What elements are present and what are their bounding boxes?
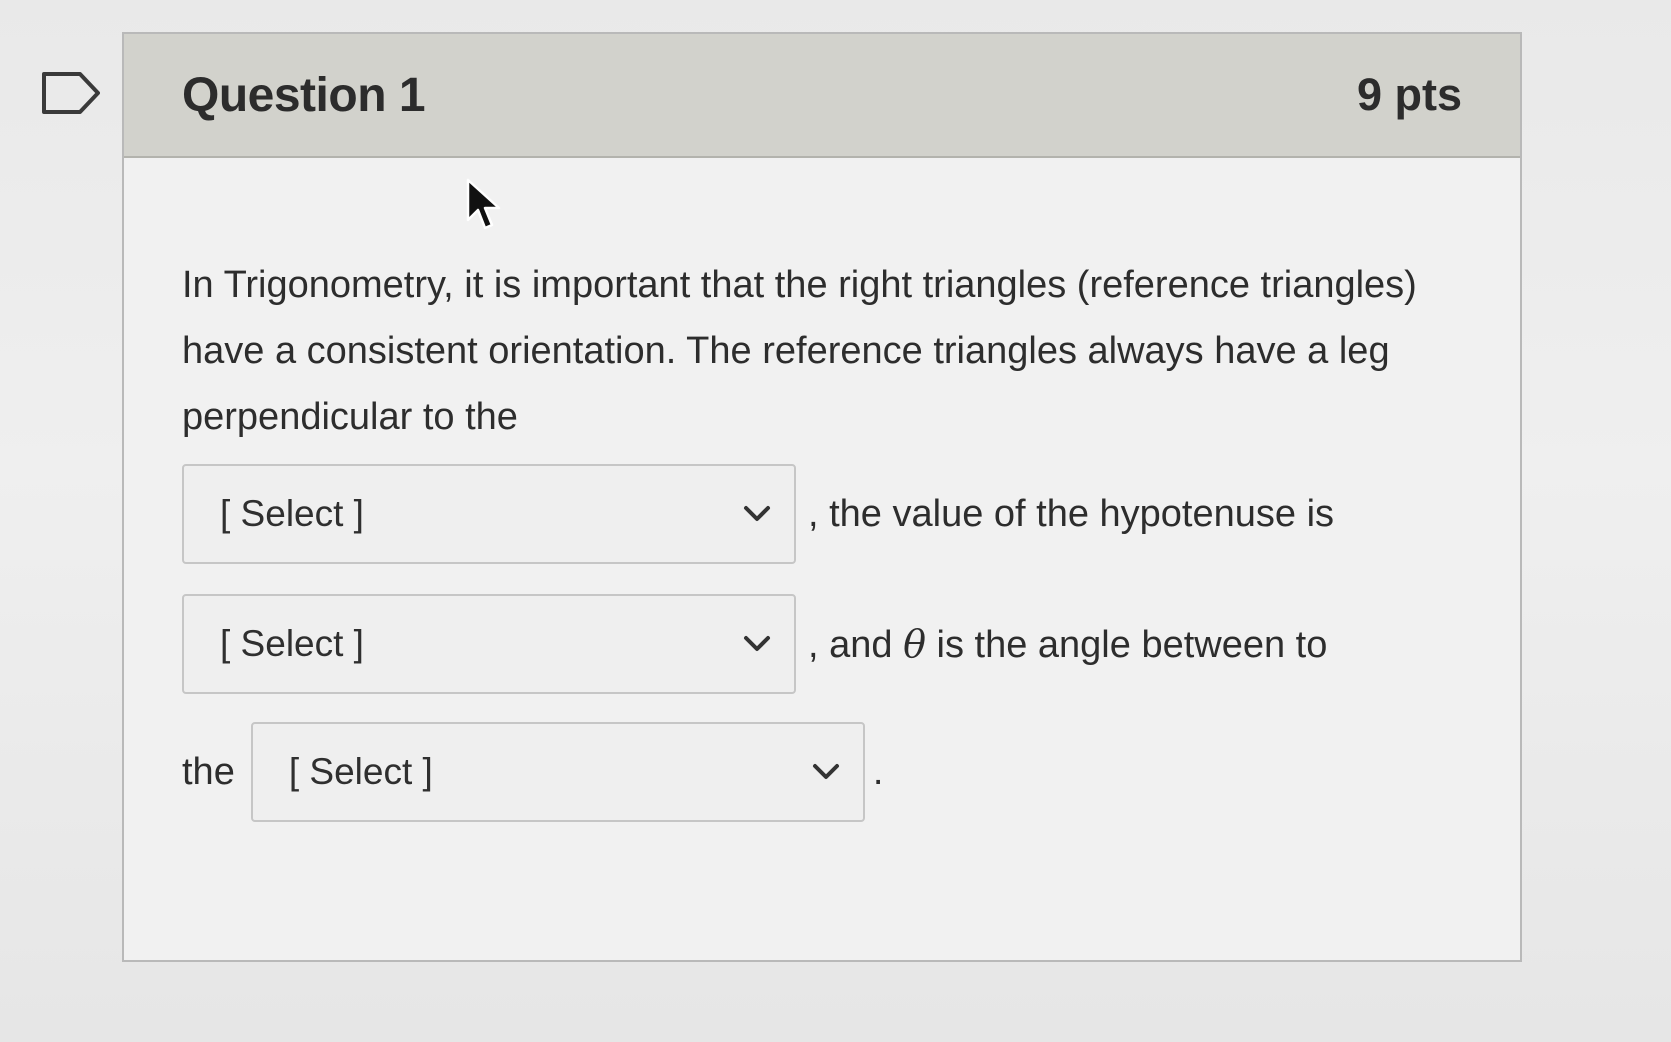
answer-line-2-text: , and θ is the angle between to (808, 611, 1327, 678)
answer-select-1-value: [ Select ] (220, 493, 364, 534)
answer-select-1[interactable]: [ Select ] (182, 464, 796, 564)
mouse-cursor-icon (466, 178, 501, 230)
question-card: Question 1 9 pts In Trigonometry, it is … (122, 32, 1522, 962)
question-body: In Trigonometry, it is important that th… (124, 158, 1520, 822)
answer-select-3-value: [ Select ] (288, 751, 433, 792)
final-period: . (872, 751, 884, 793)
question-title: Question 1 (182, 68, 426, 122)
chevron-down-icon (744, 506, 770, 521)
answer-line-2: [ Select ] , and θ is the angle between … (182, 594, 1460, 694)
quiz-page: Question 1 9 pts In Trigonometry, it is … (0, 0, 1671, 1042)
question-header: Question 1 9 pts (124, 34, 1520, 158)
answer-line-1: [ Select ] , the value of the hypotenuse… (182, 464, 1460, 564)
answer-line-3: the [ Select ] . (182, 722, 1460, 822)
answer-select-2[interactable]: [ Select ] (182, 594, 796, 694)
answer-line-3-prefix: the (182, 751, 235, 793)
answer-line-2-text-part1: , and (808, 623, 904, 666)
theta-symbol: θ (903, 621, 926, 666)
flag-icon[interactable] (42, 72, 100, 114)
answer-select-3[interactable]: [ Select ] (250, 722, 865, 822)
answer-select-2-value: [ Select ] (220, 623, 364, 664)
question-prompt: In Trigonometry, it is important that th… (182, 264, 1417, 438)
answer-line-1-text: , the value of the hypotenuse is (808, 493, 1335, 535)
question-points: 9 pts (1356, 69, 1462, 120)
answer-line-2-text-part2: is the angle between to (925, 623, 1328, 666)
chevron-down-icon (744, 636, 770, 651)
chevron-down-icon (812, 764, 839, 779)
